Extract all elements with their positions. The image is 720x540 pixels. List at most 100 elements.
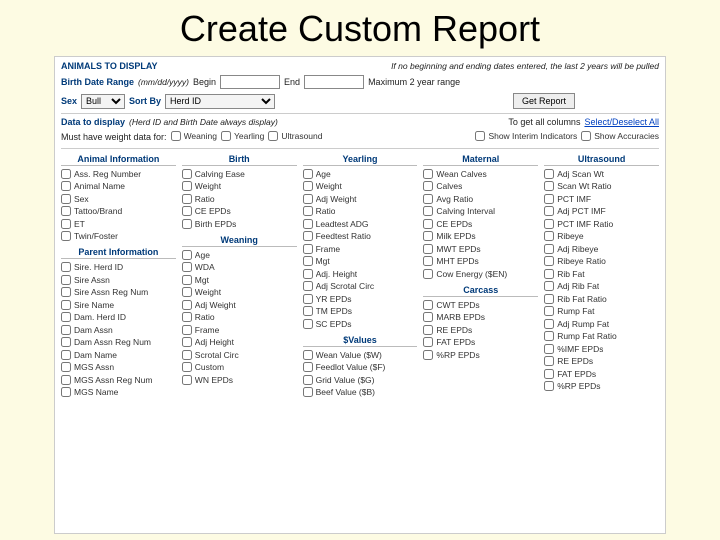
yearling-item-4[interactable]: Leadtest ADG bbox=[303, 219, 418, 229]
yearling-item-5[interactable]: Feedtest Ratio bbox=[303, 231, 418, 241]
maternal-item-6[interactable]: MWT EPDs bbox=[423, 244, 538, 254]
yearling-item-8[interactable]: Adj. Height bbox=[303, 269, 418, 279]
show-accuracies[interactable]: Show Accuracies bbox=[581, 131, 659, 141]
weaning-item-8[interactable]: Scrotal Circ bbox=[182, 350, 297, 360]
parent-item-0[interactable]: Sire. Herd ID bbox=[61, 262, 176, 272]
yearling-item-1[interactable]: Weight bbox=[303, 181, 418, 191]
dvalues-item-0[interactable]: Wean Value ($W) bbox=[303, 350, 418, 360]
parent-item-3[interactable]: Sire Name bbox=[61, 300, 176, 310]
yearling-item-3[interactable]: Ratio bbox=[303, 206, 418, 216]
carcass-item-2[interactable]: RE EPDs bbox=[423, 325, 538, 335]
animal-item-1[interactable]: Animal Name bbox=[61, 181, 176, 191]
birth-item-4[interactable]: Birth EPDs bbox=[182, 219, 297, 229]
weaning-item-1[interactable]: WDA bbox=[182, 262, 297, 272]
birth-item-2[interactable]: Ratio bbox=[182, 194, 297, 204]
select-all-link[interactable]: Select/Deselect All bbox=[584, 117, 659, 127]
end-input[interactable] bbox=[304, 75, 364, 89]
parent-item-8[interactable]: MGS Assn bbox=[61, 362, 176, 372]
weaning-item-label: Frame bbox=[195, 325, 220, 335]
birth-item-3[interactable]: CE EPDs bbox=[182, 206, 297, 216]
carcass-item-label: RE EPDs bbox=[436, 325, 472, 335]
carcass-item-4[interactable]: %RP EPDs bbox=[423, 350, 538, 360]
weaning-item-4[interactable]: Adj Weight bbox=[182, 300, 297, 310]
parent-item-7[interactable]: Dam Name bbox=[61, 350, 176, 360]
ultrasound-item-16[interactable]: FAT EPDs bbox=[544, 369, 659, 379]
maternal-item-0[interactable]: Wean Calves bbox=[423, 169, 538, 179]
parent-item-10[interactable]: MGS Name bbox=[61, 387, 176, 397]
birth-item-1[interactable]: Weight bbox=[182, 181, 297, 191]
ultrasound-item-13[interactable]: Rump Fat Ratio bbox=[544, 331, 659, 341]
ultrasound-item-14[interactable]: %IMF EPDs bbox=[544, 344, 659, 354]
ultrasound-item-9[interactable]: Adj Rib Fat bbox=[544, 281, 659, 291]
weaning-item-3[interactable]: Weight bbox=[182, 287, 297, 297]
ultrasound-item-0[interactable]: Adj Scan Wt bbox=[544, 169, 659, 179]
maternal-item-8[interactable]: Cow Energy ($EN) bbox=[423, 269, 538, 279]
weaning-item-2[interactable]: Mgt bbox=[182, 275, 297, 285]
animal-item-4[interactable]: ET bbox=[61, 219, 176, 229]
maternal-item-7[interactable]: MHT EPDs bbox=[423, 256, 538, 266]
get-report-button[interactable]: Get Report bbox=[513, 93, 575, 109]
end-label: End bbox=[284, 77, 300, 87]
ultrasound-item-12[interactable]: Adj Rump Fat bbox=[544, 319, 659, 329]
ultrasound-item-5[interactable]: Ribeye bbox=[544, 231, 659, 241]
parent-item-4[interactable]: Dam. Herd ID bbox=[61, 312, 176, 322]
maternal-item-label: MWT EPDs bbox=[436, 244, 480, 254]
weaning-item-10[interactable]: WN EPDs bbox=[182, 375, 297, 385]
parent-item-9[interactable]: MGS Assn Reg Num bbox=[61, 375, 176, 385]
yearling-item-11[interactable]: TM EPDs bbox=[303, 306, 418, 316]
yearling-item-9[interactable]: Adj Scrotal Circ bbox=[303, 281, 418, 291]
animals-head: ANIMALS TO DISPLAY bbox=[61, 61, 158, 71]
animal-item-5[interactable]: Twin/Foster bbox=[61, 231, 176, 241]
maternal-item-2[interactable]: Avg Ratio bbox=[423, 194, 538, 204]
ultrasound-item-6[interactable]: Adj Ribeye bbox=[544, 244, 659, 254]
maternal-item-3[interactable]: Calving Interval bbox=[423, 206, 538, 216]
musthave-yearling[interactable]: Yearling bbox=[221, 131, 264, 141]
ultrasound-item-3[interactable]: Adj PCT IMF bbox=[544, 206, 659, 216]
dvalues-item-2[interactable]: Grid Value ($G) bbox=[303, 375, 418, 385]
weaning-item-6[interactable]: Frame bbox=[182, 325, 297, 335]
yearling-item-12[interactable]: SC EPDs bbox=[303, 319, 418, 329]
maternal-item-1[interactable]: Calves bbox=[423, 181, 538, 191]
ultrasound-item-4[interactable]: PCT IMF Ratio bbox=[544, 219, 659, 229]
parent-item-1[interactable]: Sire Assn bbox=[61, 275, 176, 285]
show-interim[interactable]: Show Interim Indicators bbox=[475, 131, 577, 141]
parent-item-2[interactable]: Sire Assn Reg Num bbox=[61, 287, 176, 297]
sort-select[interactable]: Herd ID bbox=[165, 94, 275, 109]
yearling-item-0[interactable]: Age bbox=[303, 169, 418, 179]
parent-item-5[interactable]: Dam Assn bbox=[61, 325, 176, 335]
weaning-item-0[interactable]: Age bbox=[182, 250, 297, 260]
parent-item-label: Dam Name bbox=[74, 350, 117, 360]
sex-select[interactable]: Bull bbox=[81, 94, 125, 109]
animal-item-3[interactable]: Tattoo/Brand bbox=[61, 206, 176, 216]
birth-item-0[interactable]: Calving Ease bbox=[182, 169, 297, 179]
carcass-item-0[interactable]: CWT EPDs bbox=[423, 300, 538, 310]
parent-item-6[interactable]: Dam Assn Reg Num bbox=[61, 337, 176, 347]
ultrasound-item-17[interactable]: %RP EPDs bbox=[544, 381, 659, 391]
yearling-item-7[interactable]: Mgt bbox=[303, 256, 418, 266]
weaning-item-9[interactable]: Custom bbox=[182, 362, 297, 372]
musthave-ultrasound[interactable]: Ultrasound bbox=[268, 131, 322, 141]
weaning-item-5[interactable]: Ratio bbox=[182, 312, 297, 322]
carcass-item-3[interactable]: FAT EPDs bbox=[423, 337, 538, 347]
dvalues-item-3[interactable]: Beef Value ($B) bbox=[303, 387, 418, 397]
ultrasound-item-15[interactable]: RE EPDs bbox=[544, 356, 659, 366]
maternal-item-5[interactable]: Milk EPDs bbox=[423, 231, 538, 241]
weaning-item-7[interactable]: Adj Height bbox=[182, 337, 297, 347]
musthave-weaning[interactable]: Weaning bbox=[171, 131, 217, 141]
birth-item-label: Weight bbox=[195, 181, 221, 191]
yearling-item-6[interactable]: Frame bbox=[303, 244, 418, 254]
ultrasound-item-11[interactable]: Rump Fat bbox=[544, 306, 659, 316]
yearling-item-2[interactable]: Adj Weight bbox=[303, 194, 418, 204]
dvalues-item-1[interactable]: Feedlot Value ($F) bbox=[303, 362, 418, 372]
begin-input[interactable] bbox=[220, 75, 280, 89]
ultrasound-item-7[interactable]: Ribeye Ratio bbox=[544, 256, 659, 266]
ultrasound-item-1[interactable]: Scan Wt Ratio bbox=[544, 181, 659, 191]
yearling-item-10[interactable]: YR EPDs bbox=[303, 294, 418, 304]
ultrasound-item-8[interactable]: Rib Fat bbox=[544, 269, 659, 279]
animal-item-2[interactable]: Sex bbox=[61, 194, 176, 204]
maternal-item-4[interactable]: CE EPDs bbox=[423, 219, 538, 229]
ultrasound-item-10[interactable]: Rib Fat Ratio bbox=[544, 294, 659, 304]
animal-item-0[interactable]: Ass. Reg Number bbox=[61, 169, 176, 179]
ultrasound-item-2[interactable]: PCT IMF bbox=[544, 194, 659, 204]
carcass-item-1[interactable]: MARB EPDs bbox=[423, 312, 538, 322]
